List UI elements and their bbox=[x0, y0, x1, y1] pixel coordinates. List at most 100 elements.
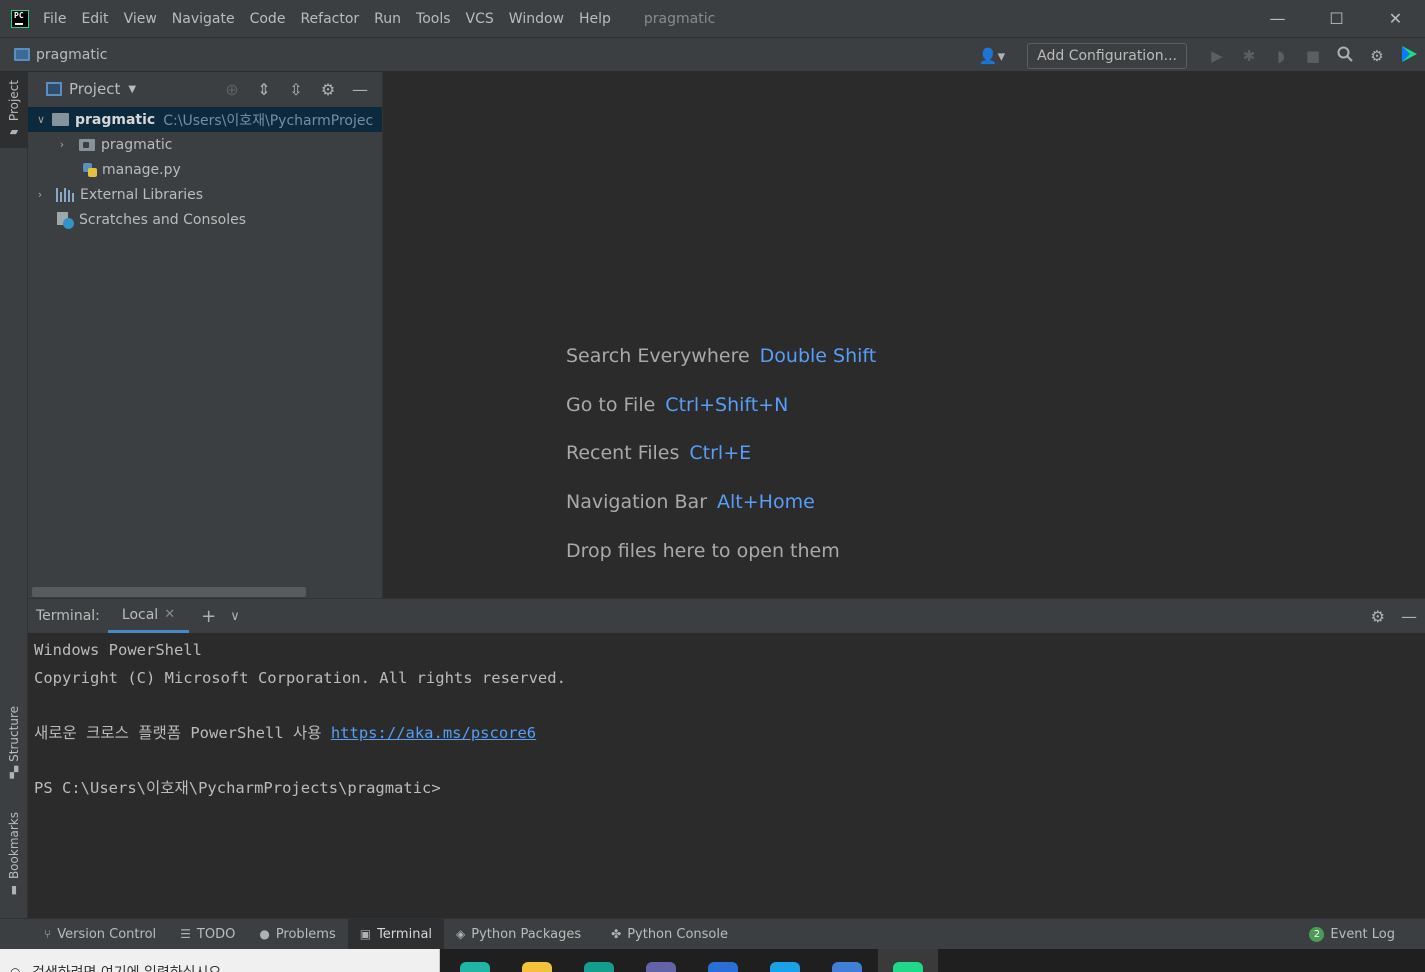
tab-version-control[interactable]: ⑂ Version Control bbox=[32, 919, 168, 950]
terminal-actions: ⚙ — bbox=[1371, 599, 1417, 633]
project-folder-icon bbox=[14, 48, 30, 61]
project-view-icon bbox=[46, 82, 62, 96]
collapse-all-icon[interactable]: ⇳ bbox=[280, 80, 312, 99]
terminal-output[interactable]: Windows PowerShell Copyright (C) Microso… bbox=[28, 633, 1425, 806]
hide-panel-icon[interactable]: — bbox=[1401, 607, 1417, 626]
mail-icon[interactable] bbox=[708, 962, 738, 972]
menu-window[interactable]: Window bbox=[509, 11, 564, 27]
pycharm-logo-icon[interactable]: PC bbox=[11, 9, 29, 28]
close-tab-icon[interactable]: ✕ bbox=[164, 607, 175, 622]
run-icon[interactable]: ▶ bbox=[1201, 47, 1233, 65]
chevron-right-icon[interactable]: › bbox=[55, 138, 69, 151]
hint-shortcut: Ctrl+Shift+N bbox=[665, 394, 789, 416]
new-terminal-icon[interactable]: + bbox=[201, 606, 216, 627]
debug-icon[interactable]: ✱ bbox=[1233, 47, 1265, 65]
windows-taskbar: ○ 검색하려면 여기에 입력하십시오 bbox=[0, 949, 1425, 972]
tree-item-scratches[interactable]: Scratches and Consoles bbox=[56, 207, 246, 232]
hint-go-to-file: Go to File Ctrl+Shift+N bbox=[566, 394, 788, 416]
chevron-down-icon[interactable]: ∨ bbox=[34, 113, 48, 126]
tab-python-packages[interactable]: ◈ Python Packages bbox=[444, 919, 593, 950]
terminal-prompt: PS C:\Users\이호재\PycharmProjects\pragmati… bbox=[34, 778, 441, 797]
tab-python-console[interactable]: ✤ Python Console bbox=[599, 919, 740, 950]
tree-item-package[interactable]: › pragmatic bbox=[55, 132, 173, 157]
hint-label: Recent Files bbox=[566, 442, 680, 464]
hint-label: Navigation Bar bbox=[566, 491, 708, 513]
chevron-down-icon[interactable]: ∨ bbox=[230, 609, 240, 624]
menu-vcs[interactable]: VCS bbox=[466, 11, 494, 27]
horizontal-scrollbar[interactable] bbox=[32, 587, 306, 597]
menu-run[interactable]: Run bbox=[374, 11, 401, 27]
active-app-slot[interactable] bbox=[878, 949, 938, 972]
warning-icon: ● bbox=[259, 927, 270, 941]
project-view-selector[interactable]: Project bbox=[69, 80, 120, 98]
hint-shortcut: Alt+Home bbox=[717, 491, 815, 513]
bottom-tool-bar: ⑂ Version Control ☰ TODO ● Problems ▣ Termin… bbox=[0, 918, 1425, 950]
tab-terminal[interactable]: ▣ Terminal bbox=[347, 918, 445, 950]
python-icon: ✤ bbox=[611, 927, 622, 941]
tab-label: Python Packages bbox=[471, 926, 582, 942]
structure-tool-tab[interactable]: Structure ▞ bbox=[0, 706, 28, 792]
tree-item-label: pragmatic bbox=[75, 111, 156, 128]
edge-icon[interactable] bbox=[460, 962, 490, 972]
tab-label: Terminal bbox=[377, 926, 433, 942]
user-icon[interactable]: 👤▾ bbox=[979, 47, 1005, 65]
project-panel-header: Project ▼ ⊕ ⇕ ⇳ ⚙ — bbox=[28, 72, 382, 106]
locate-icon[interactable]: ⊕ bbox=[216, 80, 248, 99]
bookmarks-tool-tab[interactable]: Bookmarks ▮ bbox=[0, 812, 28, 904]
menu-help[interactable]: Help bbox=[579, 11, 611, 27]
breadcrumb-project[interactable]: pragmatic bbox=[36, 47, 107, 63]
teams-icon[interactable] bbox=[646, 962, 676, 972]
chevron-down-icon[interactable]: ▼ bbox=[128, 84, 136, 95]
tree-item-root[interactable]: ∨ pragmatic C:\Users\이호재\PycharmProjec bbox=[28, 107, 382, 132]
menu-code[interactable]: Code bbox=[250, 11, 286, 27]
gear-icon[interactable]: ⚙ bbox=[312, 80, 344, 99]
gear-icon[interactable]: ⚙ bbox=[1371, 607, 1385, 626]
terminal-tab-label: Local bbox=[121, 606, 159, 623]
pycharm-taskbar-icon[interactable] bbox=[893, 962, 923, 972]
hide-panel-icon[interactable]: — bbox=[344, 80, 376, 99]
store-icon[interactable] bbox=[832, 962, 862, 972]
bookmark-icon: ▮ bbox=[10, 883, 18, 897]
tab-problems[interactable]: ● Problems bbox=[247, 919, 347, 950]
terminal-link[interactable]: https://aka.ms/pscore6 bbox=[331, 724, 536, 742]
menu-navigate[interactable]: Navigate bbox=[172, 11, 235, 27]
app-icon[interactable] bbox=[584, 962, 614, 972]
chevron-right-icon[interactable]: › bbox=[33, 188, 47, 201]
menu-refactor[interactable]: Refactor bbox=[300, 11, 359, 27]
menu-file[interactable]: File bbox=[43, 11, 66, 27]
expand-all-icon[interactable]: ⇕ bbox=[248, 80, 280, 99]
tab-todo[interactable]: ☰ TODO bbox=[168, 919, 247, 950]
terminal-line: Windows PowerShell bbox=[34, 641, 202, 659]
menu-edit[interactable]: Edit bbox=[81, 11, 108, 27]
hint-label: Go to File bbox=[566, 394, 656, 416]
maximize-button[interactable]: ☐ bbox=[1307, 0, 1366, 37]
taskbar-search-box[interactable]: ○ 검색하려면 여기에 입력하십시오 bbox=[0, 949, 440, 972]
taskbar-search-placeholder: 검색하려면 여기에 입력하십시오 bbox=[32, 962, 221, 972]
terminal-tab-local[interactable]: Local ✕ bbox=[107, 599, 190, 633]
jetbrains-icon[interactable] bbox=[1393, 45, 1425, 67]
stop-icon[interactable]: ■ bbox=[1297, 47, 1329, 65]
event-log-button[interactable]: 2 Event Log bbox=[1309, 919, 1395, 950]
coverage-icon[interactable]: ◗ bbox=[1265, 47, 1297, 65]
hint-label: Search Everywhere bbox=[566, 345, 750, 367]
editor-empty-state: Search Everywhere Double Shift Go to File… bbox=[383, 72, 1425, 598]
settings-icon[interactable]: ⚙ bbox=[1361, 47, 1393, 65]
hint-navigation-bar: Navigation Bar Alt+Home bbox=[566, 491, 815, 513]
minimize-button[interactable]: — bbox=[1248, 0, 1307, 37]
app-icon[interactable] bbox=[770, 962, 800, 972]
tree-item-label: pragmatic bbox=[101, 136, 173, 153]
close-button[interactable]: ✕ bbox=[1366, 0, 1425, 37]
tree-item-external-libraries[interactable]: › External Libraries bbox=[33, 182, 203, 207]
file-explorer-icon[interactable] bbox=[522, 962, 552, 972]
event-log-label: Event Log bbox=[1330, 927, 1395, 942]
add-configuration-button[interactable]: Add Configuration... bbox=[1027, 42, 1187, 69]
project-tool-tab[interactable]: Project ▰ bbox=[0, 72, 28, 148]
search-icon[interactable] bbox=[1329, 46, 1361, 66]
terminal-line: Copyright (C) Microsoft Corporation. All… bbox=[34, 668, 566, 687]
menu-view[interactable]: View bbox=[124, 11, 157, 27]
tree-item-file[interactable]: manage.py bbox=[82, 157, 181, 182]
hint-shortcut: Ctrl+E bbox=[689, 442, 752, 464]
menu-tools[interactable]: Tools bbox=[416, 11, 451, 27]
